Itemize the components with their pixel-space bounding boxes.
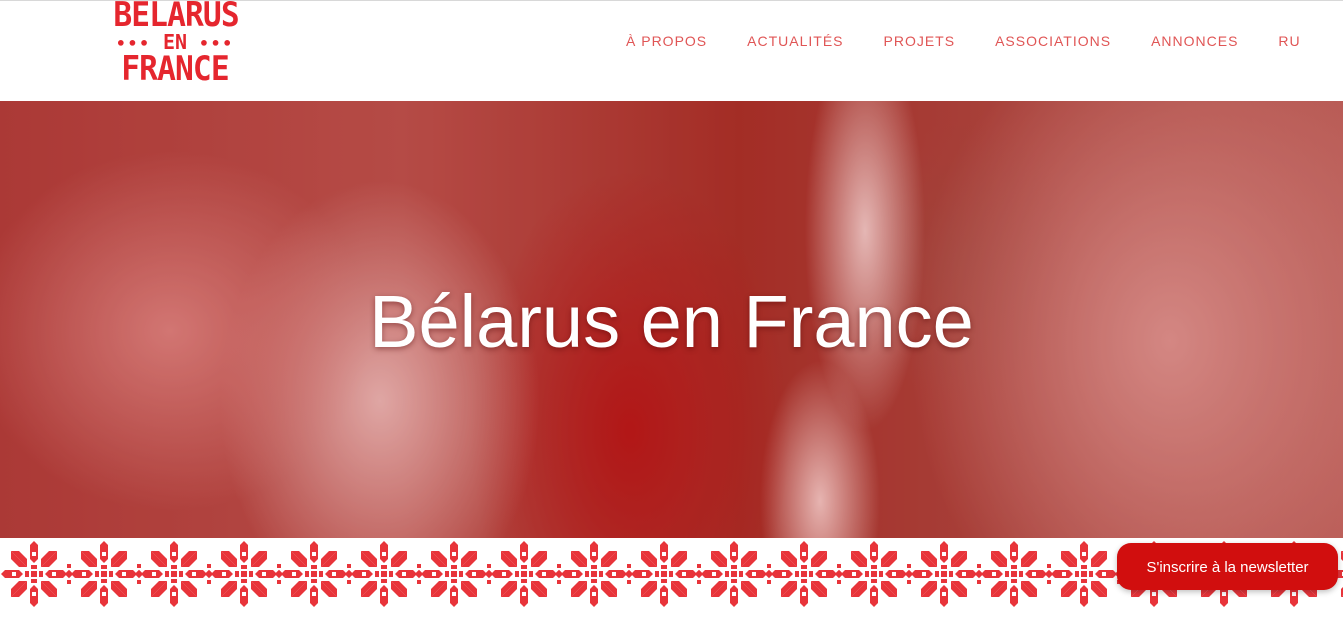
nav-item-annonces[interactable]: ANNONCES — [1131, 31, 1258, 51]
ornament-motif — [421, 541, 487, 607]
ornament-motif — [771, 541, 837, 607]
ornament-motif — [211, 541, 277, 607]
ornament-motif — [281, 541, 347, 607]
hero-title: Bélarus en France — [369, 280, 974, 363]
ornament-motif — [141, 541, 207, 607]
nav-item-associations[interactable]: ASSOCIATIONS — [975, 31, 1131, 51]
ornament-motif — [981, 541, 1047, 607]
nav-item-projets[interactable]: PROJETS — [864, 31, 976, 51]
nav-item-actualites[interactable]: ACTUALITÉS — [727, 31, 863, 51]
main-navigation: À PROPOS ACTUALITÉS PROJETS ASSOCIATIONS… — [606, 31, 1321, 51]
nav-item-a-propos[interactable]: À PROPOS — [606, 31, 727, 51]
logo-line-france: FRANCE — [121, 49, 229, 89]
ornament-motif — [1, 541, 67, 607]
nav-item-ru-language[interactable]: RU — [1258, 31, 1320, 51]
ornament-motif — [491, 541, 557, 607]
hero-banner: Bélarus en France — [0, 101, 1343, 538]
ornament-motif — [351, 541, 417, 607]
ornament-motif — [701, 541, 767, 607]
ornament-motif — [841, 541, 907, 607]
ornament-motif — [71, 541, 137, 607]
site-logo[interactable]: BÉLARUS ••• EN ••• FRANCE — [108, 0, 242, 89]
newsletter-signup-button[interactable]: S'inscrire à la newsletter — [1117, 543, 1338, 590]
ornament-motif — [631, 541, 697, 607]
ornament-motif — [911, 541, 977, 607]
site-header: BÉLARUS ••• EN ••• FRANCE À PROPOS ACTUA… — [0, 0, 1343, 101]
ornament-motif — [1051, 541, 1117, 607]
ornament-motif — [561, 541, 627, 607]
